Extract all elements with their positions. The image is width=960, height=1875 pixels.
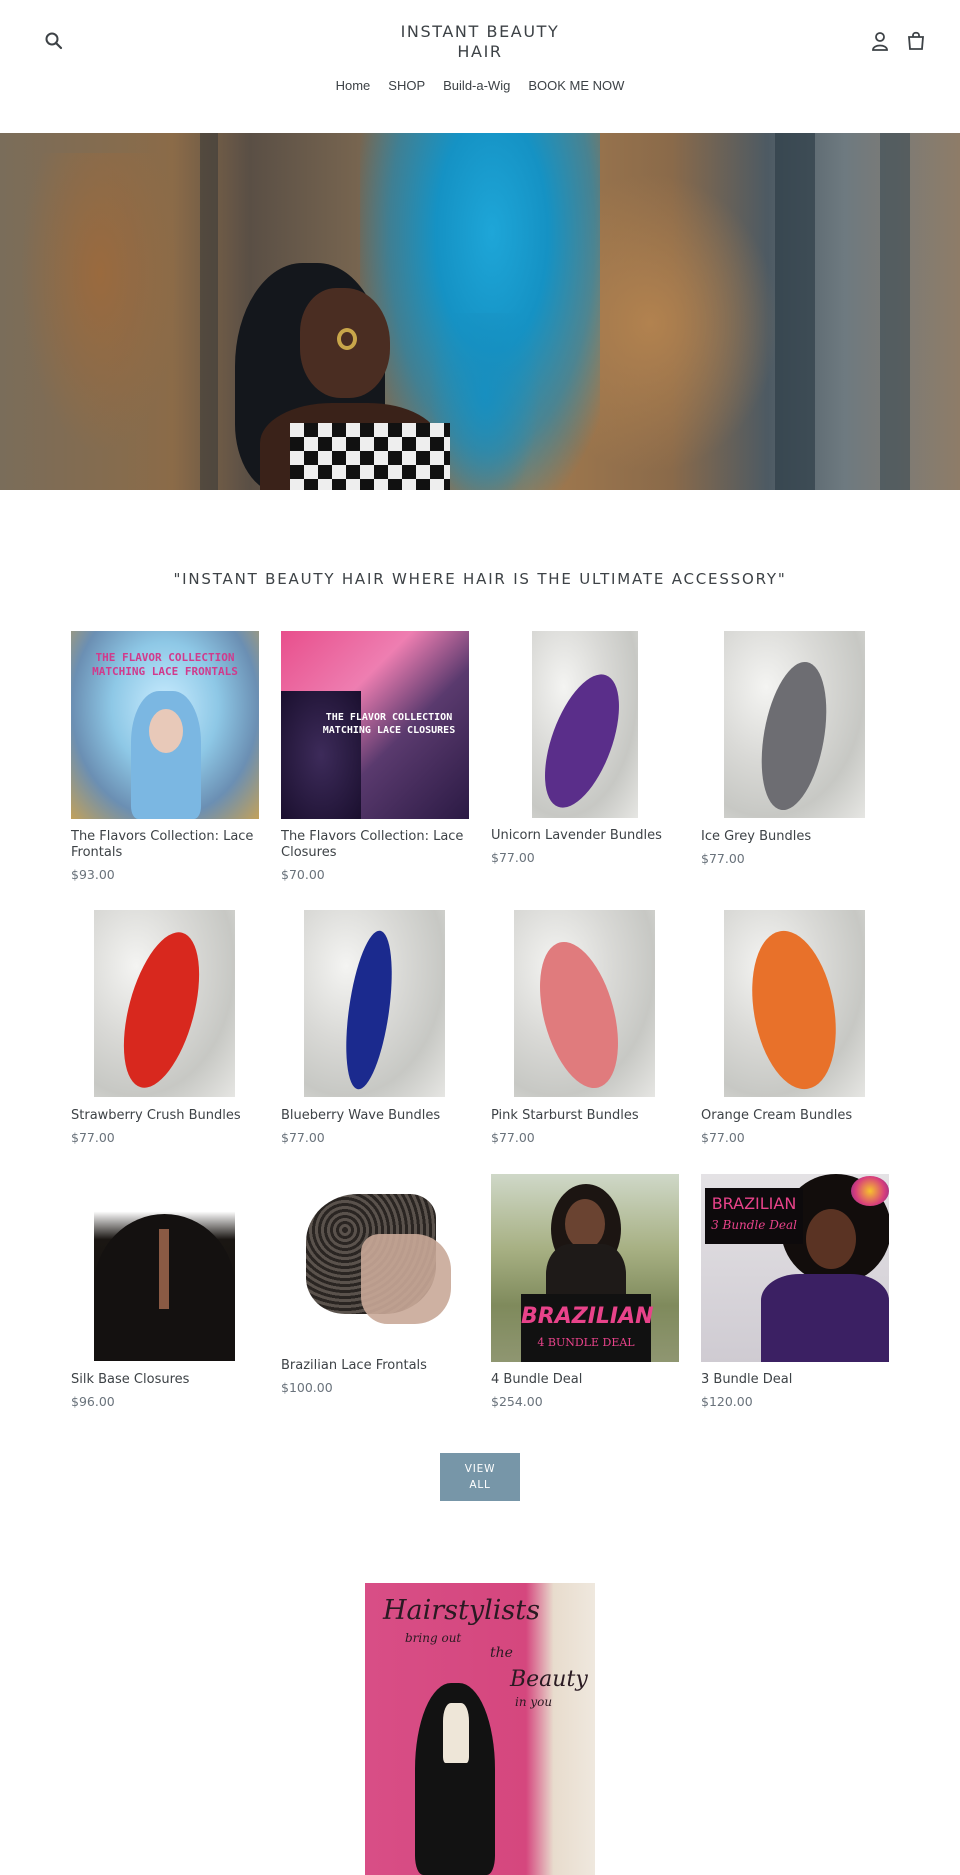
collection-tagline: "INSTANT BEAUTY HAIR WHERE HAIR IS THE U… [173, 570, 787, 588]
nav-item-book-me-now[interactable]: BOOK ME NOW [519, 76, 633, 96]
product-price: $93.00 [71, 867, 115, 882]
product-title[interactable]: Brazilian Lace Frontals [281, 1358, 481, 1374]
product-card[interactable]: Orange Cream Bundles $77.00 [701, 910, 889, 1150]
product-title[interactable]: The Flavors Collection: Lace Frontals [71, 829, 271, 861]
product-card[interactable]: Blueberry Wave Bundles $77.00 [281, 910, 469, 1150]
model-jacket [761, 1274, 889, 1362]
hero-door-panel [880, 133, 910, 490]
product-image[interactable]: BRAZILIAN 4 BUNDLE DEAL [491, 1174, 679, 1362]
nav-item-shop[interactable]: SHOP [379, 76, 434, 96]
hair-bundle [532, 664, 635, 818]
model-face [806, 1209, 856, 1269]
product-card[interactable]: THE FLAVOR COLLECTION MATCHING LACE FRON… [71, 631, 259, 887]
account-icon[interactable] [870, 30, 890, 52]
product-card[interactable]: THE FLAVOR COLLECTION MATCHING LACE CLOS… [281, 631, 469, 887]
product-price: $254.00 [491, 1394, 543, 1409]
product-price: $96.00 [71, 1394, 115, 1409]
product-title[interactable]: Orange Cream Bundles [701, 1108, 901, 1124]
product-image[interactable] [724, 631, 865, 818]
product-image[interactable] [724, 910, 865, 1097]
closure-part [159, 1229, 169, 1309]
product-image[interactable]: BRAZILIAN 3 Bundle Deal [701, 1174, 889, 1362]
product-image[interactable] [304, 910, 445, 1097]
model-flowers [851, 1176, 889, 1206]
product-title[interactable]: Blueberry Wave Bundles [281, 1108, 481, 1124]
product-image[interactable] [281, 1174, 469, 1348]
cart-icon[interactable] [905, 30, 927, 52]
product-card[interactable]: Strawberry Crush Bundles $77.00 [71, 910, 259, 1150]
product-card[interactable]: Unicorn Lavender Bundles $77.00 [491, 631, 679, 871]
site-header: INSTANT BEAUTY HAIR Home SHOP Build-a-Wi… [0, 0, 960, 133]
hair-bundle [525, 933, 633, 1097]
product-price: $120.00 [701, 1394, 753, 1409]
product-title[interactable]: Strawberry Crush Bundles [71, 1108, 271, 1124]
product-image[interactable] [532, 631, 638, 818]
deal-badge-subtitle: 4 BUNDLE DEAL [537, 1336, 635, 1349]
view-all-line-1: VIEW [464, 1463, 496, 1475]
product-card[interactable]: BRAZILIAN 3 Bundle Deal 3 Bundle Deal $1… [701, 1174, 889, 1414]
product-title[interactable]: Ice Grey Bundles [701, 829, 901, 845]
hero-door-panel [775, 133, 815, 490]
promo-wig-lace [443, 1703, 469, 1763]
frontal-lace [361, 1234, 451, 1324]
promo-script-text: the [490, 1645, 513, 1661]
product-title[interactable]: Pink Starburst Bundles [491, 1108, 691, 1124]
hair-bundle [751, 656, 837, 816]
promo-script-text: in you [515, 1695, 553, 1709]
product-image-caption: THE FLAVOR COLLECTION MATCHING LACE CLOS… [322, 712, 456, 736]
view-all-button[interactable]: VIEW ALL [440, 1453, 520, 1501]
product-title[interactable]: 3 Bundle Deal [701, 1372, 901, 1388]
deal-badge-title: BRAZILIAN [711, 1194, 797, 1213]
product-price: $70.00 [281, 867, 325, 882]
promo-script-text: Hairstylists [383, 1595, 540, 1626]
hair-bundle [740, 924, 848, 1096]
product-card[interactable]: Pink Starburst Bundles $77.00 [491, 910, 679, 1150]
product-title[interactable]: 4 Bundle Deal [491, 1372, 691, 1388]
product-price: $77.00 [71, 1130, 115, 1145]
product-title[interactable]: The Flavors Collection: Lace Closures [281, 829, 481, 861]
product-image[interactable]: THE FLAVOR COLLECTION MATCHING LACE CLOS… [281, 631, 469, 819]
logo-line-2: HAIR [457, 42, 503, 61]
hero-model-gingham-dress [290, 423, 450, 490]
logo-line-1: INSTANT BEAUTY [400, 22, 560, 41]
product-image-caption: THE FLAVOR COLLECTION MATCHING LACE FRON… [92, 651, 238, 678]
product-price: $77.00 [491, 850, 535, 865]
deal-badge: BRAZILIAN 3 Bundle Deal [705, 1188, 803, 1244]
promo-image: Hairstylists bring out the Beauty in you [365, 1583, 595, 1875]
hero-door-panel [200, 133, 218, 490]
nav-item-home[interactable]: Home [327, 76, 380, 96]
product-image[interactable] [514, 910, 655, 1097]
deal-badge: BRAZILIAN 4 BUNDLE DEAL [521, 1294, 654, 1362]
search-icon[interactable] [44, 31, 64, 51]
product-model-face [149, 709, 183, 753]
nav-item-build-a-wig[interactable]: Build-a-Wig [434, 76, 519, 96]
promo-script-text: Beauty [510, 1667, 588, 1692]
product-price: $100.00 [281, 1380, 333, 1395]
hair-bundle [109, 924, 214, 1096]
product-price: $77.00 [701, 1130, 745, 1145]
deal-badge-subtitle: 3 Bundle Deal [711, 1218, 797, 1232]
product-card[interactable]: Silk Base Closures $96.00 [71, 1174, 259, 1414]
product-image[interactable]: THE FLAVOR COLLECTION MATCHING LACE FRON… [71, 631, 259, 819]
product-image[interactable] [94, 1174, 235, 1361]
product-image[interactable] [94, 910, 235, 1097]
product-price: $77.00 [491, 1130, 535, 1145]
product-price: $77.00 [281, 1130, 325, 1145]
main-navigation: Home SHOP Build-a-Wig BOOK ME NOW [0, 76, 960, 96]
hero-banner-image [0, 133, 960, 490]
model-face [565, 1199, 605, 1249]
product-card[interactable]: Brazilian Lace Frontals $100.00 [281, 1174, 469, 1395]
site-logo[interactable]: INSTANT BEAUTY HAIR [330, 22, 630, 62]
hair-bundle [338, 927, 400, 1093]
product-title[interactable]: Silk Base Closures [71, 1372, 271, 1388]
view-all-line-2: ALL [469, 1479, 491, 1491]
product-card[interactable]: BRAZILIAN 4 BUNDLE DEAL 4 Bundle Deal $2… [491, 1174, 679, 1414]
deal-badge-title: BRAZILIAN [521, 1304, 654, 1329]
product-card[interactable]: Ice Grey Bundles $77.00 [701, 631, 889, 871]
product-title[interactable]: Unicorn Lavender Bundles [491, 828, 691, 844]
hero-model-earring [337, 328, 357, 350]
product-price: $77.00 [701, 851, 745, 866]
promo-script-text: bring out [405, 1631, 462, 1645]
hero-rust-texture [20, 153, 180, 453]
